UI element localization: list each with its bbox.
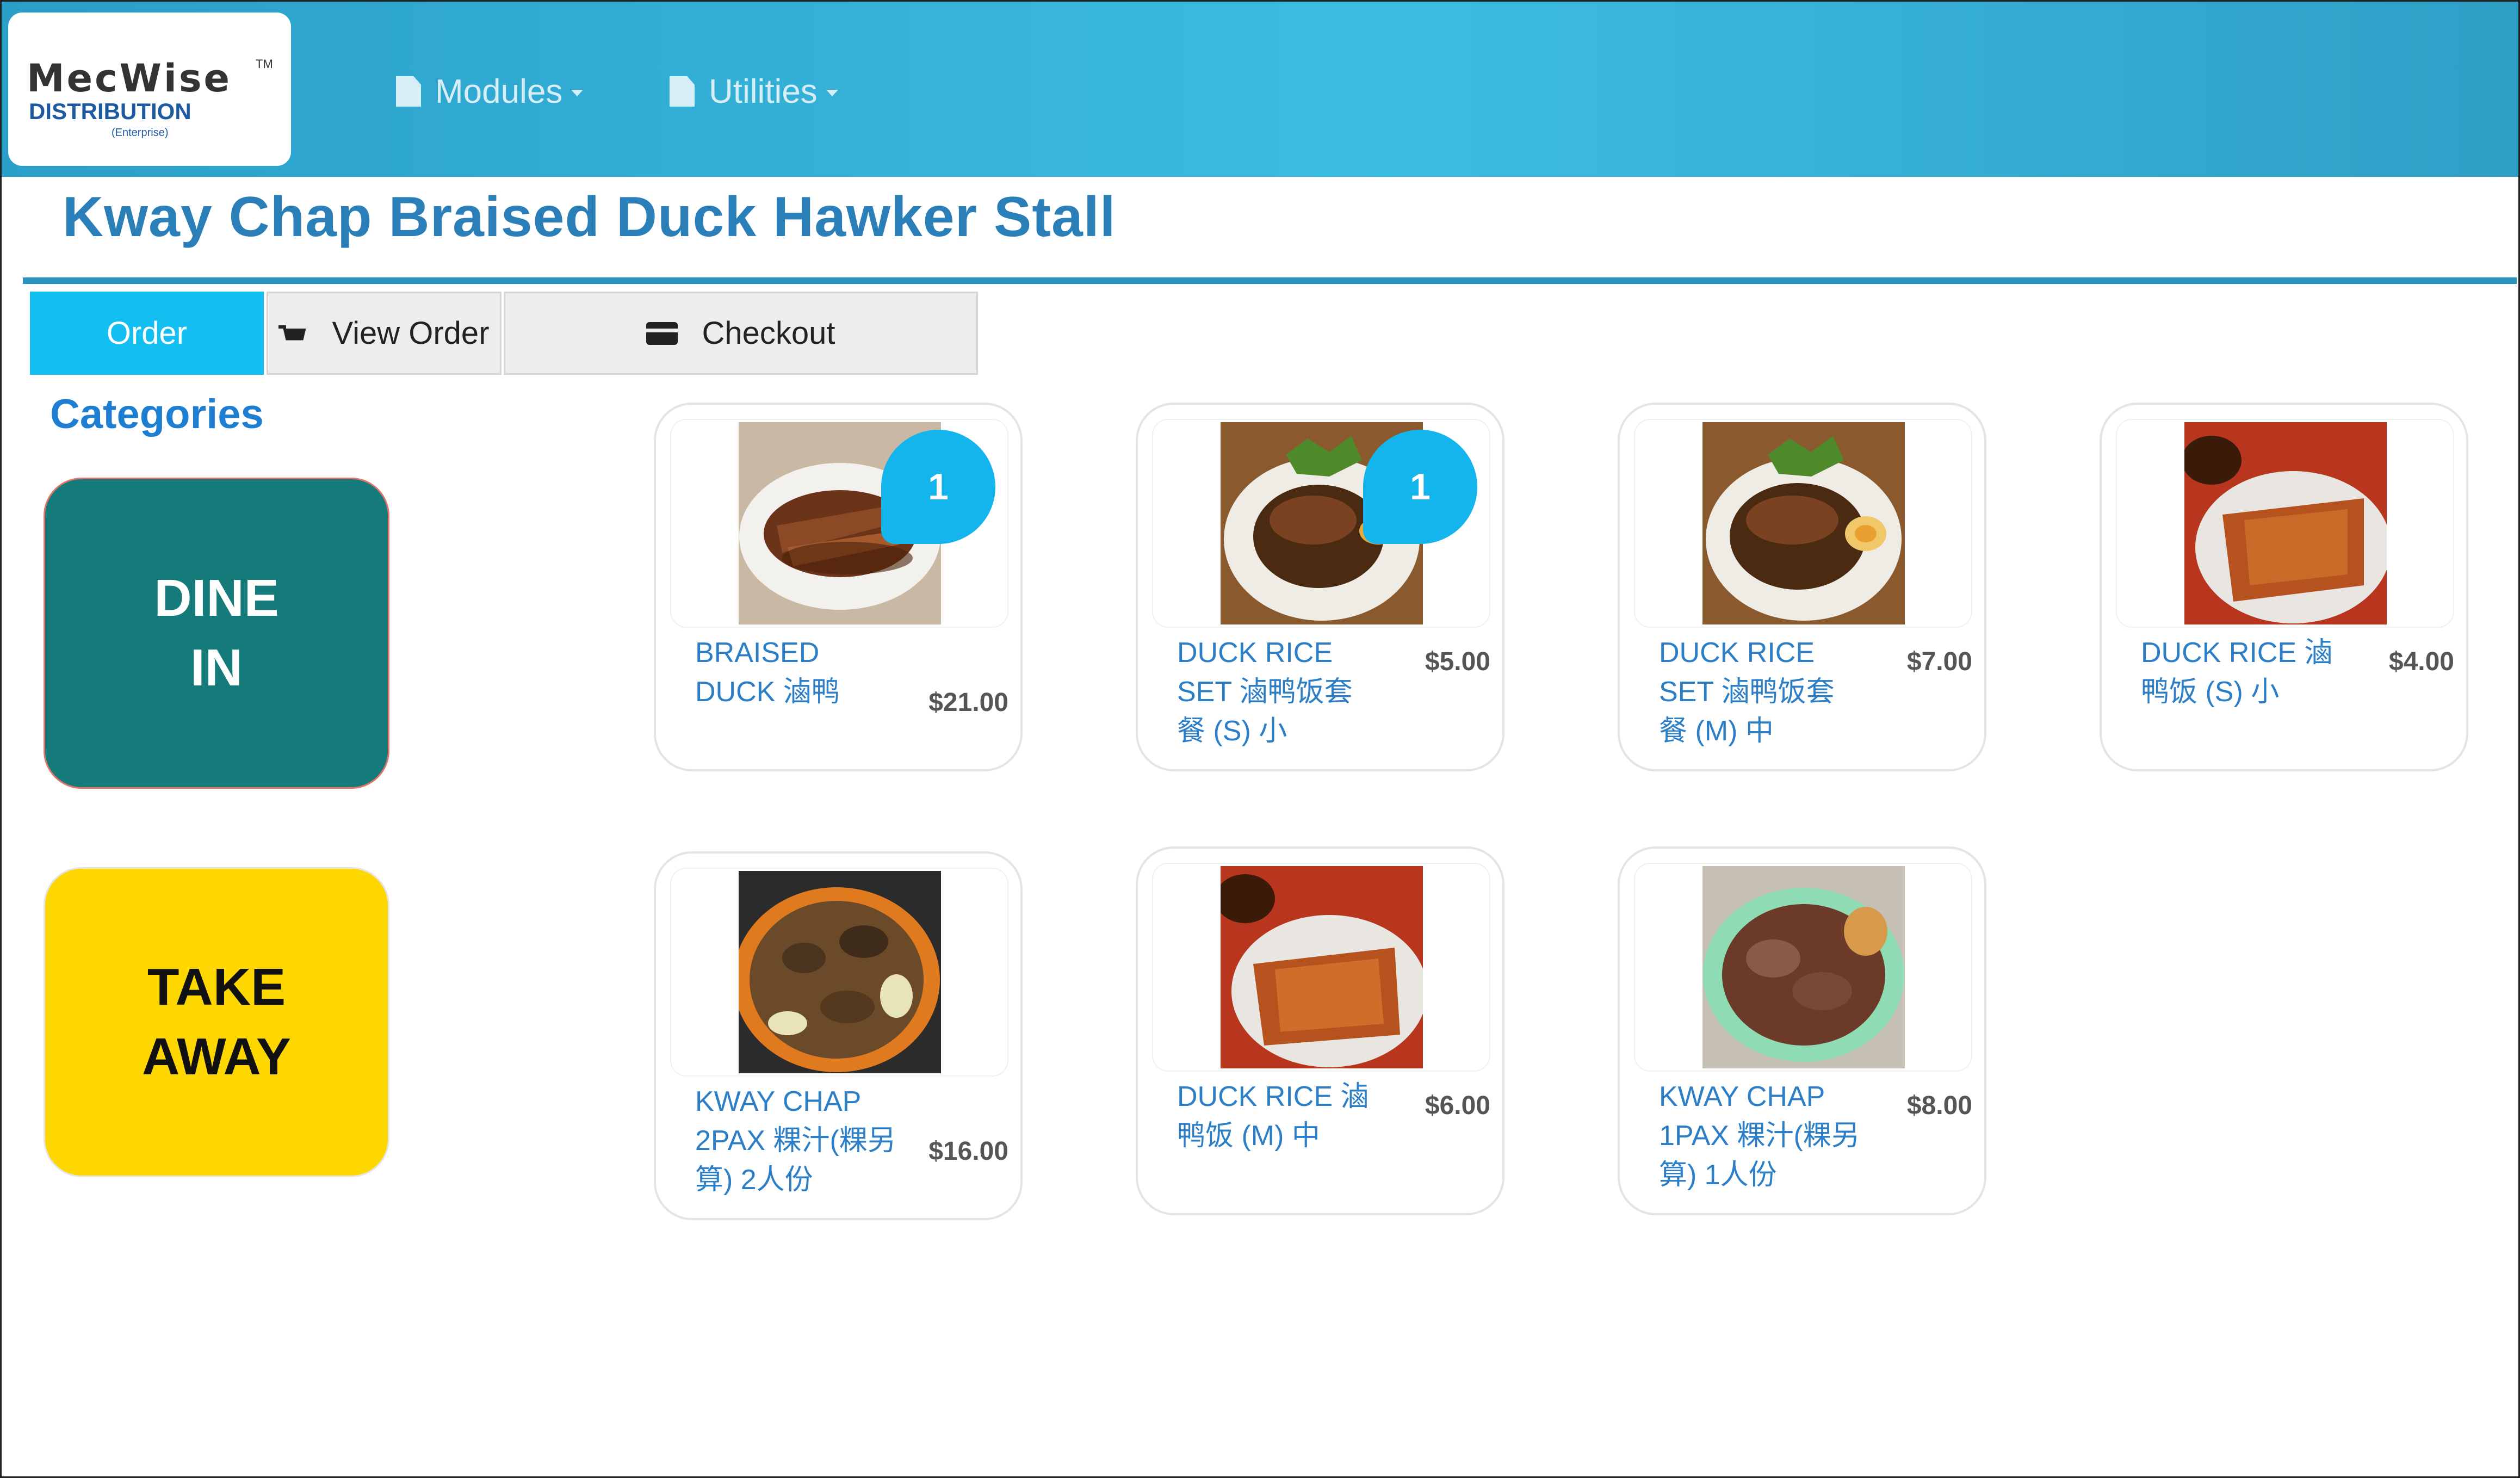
category-take-away-line2: AWAY	[142, 1028, 291, 1086]
product-image	[670, 868, 1008, 1077]
logo-subtitle: DISTRIBUTION	[29, 98, 191, 124]
nav-modules-menu[interactable]: Modules	[396, 67, 584, 116]
tab-checkout-label: Checkout	[702, 316, 835, 351]
product-card-braised-duck[interactable]: 1 BRAISED DUCK 滷鸭 $21.00	[654, 403, 1023, 771]
product-card-duck-rice-m[interactable]: DUCK RICE 滷鸭饭 (M) 中 $6.00	[1136, 846, 1504, 1215]
company-logo[interactable]: MecWise TM DISTRIBUTION (Enterprise)	[8, 13, 291, 166]
product-name: KWAY CHAP 1PAX 粿汁(粿另算) 1人份	[1659, 1081, 1860, 1191]
page-title: Kway Chap Braised Duck Hawker Stall	[63, 185, 1116, 249]
category-take-away-button[interactable]: TAKE AWAY	[44, 867, 389, 1177]
product-price: $6.00	[1425, 1091, 1490, 1120]
product-card-kway-chap-1pax[interactable]: KWAY CHAP 1PAX 粿汁(粿另算) 1人份 $8.00	[1618, 846, 1986, 1215]
cart-icon	[278, 325, 308, 342]
category-take-away-line1: TAKE	[147, 958, 286, 1016]
logo-wordmark: MecWise	[27, 56, 232, 101]
tab-checkout[interactable]: Checkout	[504, 292, 978, 375]
product-card-duck-rice-set-m[interactable]: DUCK RICE SET 滷鸭饭套餐 (M) 中 $7.00	[1618, 403, 1986, 771]
logo-edition: (Enterprise)	[112, 127, 169, 139]
product-card-kway-chap-2pax[interactable]: KWAY CHAP 2PAX 粿汁(粿另算) 2人份 $16.00	[654, 851, 1023, 1220]
quantity-badge: 1	[1363, 430, 1477, 544]
product-price: $7.00	[1906, 647, 1972, 676]
tab-order-label: Order	[106, 316, 188, 351]
category-dine-in-button[interactable]: DINE IN	[44, 478, 389, 789]
categories-heading: Categories	[50, 391, 264, 437]
product-card-duck-rice-s[interactable]: DUCK RICE 滷鸭饭 (S) 小 $4.00	[2100, 403, 2468, 771]
caret-down-icon	[826, 90, 838, 96]
top-navbar: MecWise TM DISTRIBUTION (Enterprise) Mod…	[2, 2, 2518, 177]
product-image	[1634, 863, 1972, 1072]
product-name: KWAY CHAP 2PAX 粿汁(粿另算) 2人份	[695, 1086, 896, 1196]
product-price: $16.00	[928, 1137, 1008, 1166]
category-dine-in-line1: DINE	[154, 569, 279, 627]
product-image	[1634, 419, 1972, 628]
nav-utilities-menu[interactable]: Utilities	[670, 67, 838, 116]
product-name: DUCK RICE SET 滷鸭饭套餐 (M) 中	[1659, 637, 1835, 747]
product-image	[1152, 863, 1490, 1072]
nav-utilities-label: Utilities	[709, 72, 818, 110]
nav-modules-label: Modules	[435, 72, 563, 110]
document-icon	[396, 76, 421, 107]
product-price: $21.00	[928, 688, 1008, 717]
tab-view-order-label: View Order	[332, 316, 490, 351]
product-name: DUCK RICE 滷鸭饭 (M) 中	[1177, 1081, 1369, 1152]
product-card-duck-rice-set-s[interactable]: 1 DUCK RICE SET 滷鸭饭套餐 (S) 小 $5.00	[1136, 403, 1504, 771]
quantity-badge: 1	[881, 430, 995, 544]
product-name: BRAISED DUCK 滷鸭	[695, 637, 840, 708]
product-image	[2116, 419, 2454, 628]
product-name: DUCK RICE 滷鸭饭 (S) 小	[2141, 637, 2333, 708]
logo-trademark: TM	[256, 57, 273, 71]
category-dine-in-line2: IN	[190, 639, 243, 697]
tab-view-order[interactable]: View Order	[267, 292, 501, 375]
document-icon	[670, 76, 695, 107]
credit-card-icon	[646, 321, 678, 345]
product-price: $8.00	[1906, 1091, 1972, 1120]
title-divider	[23, 277, 2517, 284]
product-price: $4.00	[2388, 647, 2454, 676]
caret-down-icon	[571, 90, 584, 96]
product-name: DUCK RICE SET 滷鸭饭套餐 (S) 小	[1177, 637, 1353, 747]
product-price: $5.00	[1425, 647, 1490, 676]
tab-order[interactable]: Order	[30, 292, 264, 375]
